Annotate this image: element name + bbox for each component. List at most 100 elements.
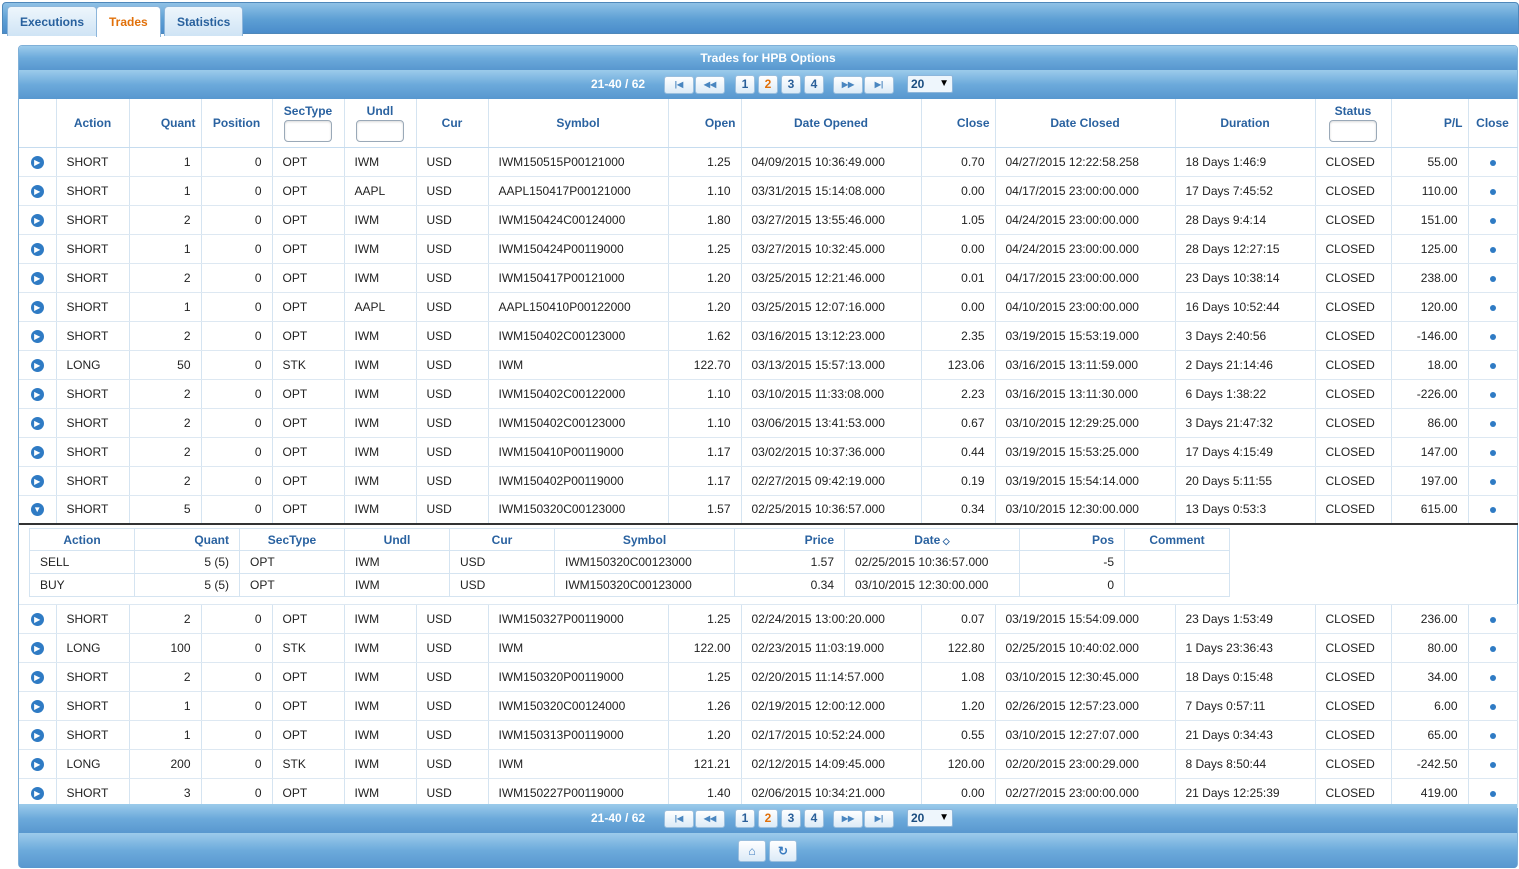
close-trade-cell[interactable] <box>1468 176 1518 206</box>
expand-cell[interactable]: ▶ <box>19 321 57 351</box>
expand-icon[interactable]: ▶ <box>30 184 44 198</box>
page-link-3[interactable]: 3 <box>781 75 801 94</box>
table-row[interactable]: ▶ SHORT 2 0 OPT IWM USD IWM150417P00121000 1.20 0… <box>19 263 1518 293</box>
table-row[interactable]: ▶ SHORT 1 0 OPT AAPL USD AAPL150417P00121000 1.1… <box>19 176 1518 206</box>
prev-page-icon[interactable]: ◀◀ <box>695 810 725 828</box>
expand-icon[interactable]: ▶ <box>30 213 44 227</box>
sub-col-header-price[interactable]: Price <box>734 528 845 552</box>
expand-cell[interactable]: ▶ <box>19 234 57 264</box>
close-trade-icon[interactable] <box>1489 790 1496 797</box>
expand-cell[interactable]: ▶ <box>19 263 57 293</box>
close-trade-cell[interactable] <box>1468 720 1518 750</box>
tab-executions[interactable]: Executions <box>7 6 98 36</box>
close-trade-cell[interactable] <box>1468 292 1518 322</box>
close-trade-cell[interactable] <box>1468 749 1518 779</box>
expand-cell[interactable]: ▶ <box>19 691 57 721</box>
close-trade-cell[interactable] <box>1468 691 1518 721</box>
close-trade-cell[interactable] <box>1468 662 1518 692</box>
sub-col-header-cur[interactable]: Cur <box>449 528 555 552</box>
next-page-icon[interactable]: ▶▶ <box>833 810 863 828</box>
expand-cell[interactable]: ▶ <box>19 662 57 692</box>
status-filter-input[interactable] <box>1329 119 1377 142</box>
expand-cell[interactable]: ▶ <box>19 147 57 177</box>
close-trade-cell[interactable] <box>1468 350 1518 380</box>
table-row[interactable]: ▶ LONG 50 0 STK IWM USD IWM 122.70 03/13/2015 15:… <box>19 350 1518 380</box>
page-link-4[interactable]: 4 <box>804 809 824 828</box>
close-trade-cell[interactable] <box>1468 437 1518 467</box>
col-header-position[interactable]: Position <box>201 99 273 148</box>
expand-icon[interactable]: ▶ <box>30 155 44 169</box>
expand-icon[interactable]: ▶ <box>30 474 44 488</box>
close-trade-cell[interactable] <box>1468 408 1518 438</box>
page-link-1[interactable]: 1 <box>735 75 755 94</box>
expand-icon[interactable]: ▶ <box>30 271 44 285</box>
sub-col-header-comment[interactable]: Comment <box>1124 528 1230 552</box>
expand-icon[interactable]: ▶ <box>30 786 44 800</box>
close-trade-cell[interactable] <box>1468 234 1518 264</box>
close-trade-icon[interactable] <box>1489 761 1496 768</box>
collapse-icon[interactable]: ▼ <box>30 503 44 517</box>
table-row[interactable]: ▶ SHORT 2 0 OPT IWM USD IWM150402C00122000 1.10 0… <box>19 379 1518 409</box>
expand-cell[interactable]: ▶ <box>19 350 57 380</box>
expand-icon[interactable]: ▶ <box>30 416 44 430</box>
close-trade-icon[interactable] <box>1489 449 1496 456</box>
col-header-cur[interactable]: Cur <box>416 99 489 148</box>
sub-col-header-date[interactable]: Date ◇ <box>844 528 1020 552</box>
expand-icon[interactable]: ▶ <box>30 242 44 256</box>
table-row[interactable]: ▼ SHORT 5 0 OPT IWM USD IWM150320C00123000 1.57 0… <box>19 495 1518 525</box>
undl-filter-input[interactable] <box>356 119 404 142</box>
close-trade-icon[interactable] <box>1489 674 1496 681</box>
close-trade-icon[interactable] <box>1489 703 1496 710</box>
col-header-pl[interactable]: P/L <box>1391 99 1469 148</box>
sub-col-header-quant[interactable]: Quant <box>134 528 240 552</box>
table-row[interactable]: ▶ SHORT 2 0 OPT IWM USD IWM150402C00123000 1.62 0… <box>19 321 1518 351</box>
close-trade-cell[interactable] <box>1468 466 1518 496</box>
expand-cell[interactable]: ▶ <box>19 292 57 322</box>
sub-col-header-action[interactable]: Action <box>29 528 135 552</box>
page-link-2[interactable]: 2 <box>758 75 778 94</box>
close-trade-cell[interactable] <box>1468 321 1518 351</box>
expand-cell[interactable]: ▶ <box>19 466 57 496</box>
page-size-select[interactable]: 20 ▼ <box>907 75 953 93</box>
expand-icon[interactable]: ▶ <box>30 757 44 771</box>
expand-icon[interactable]: ▶ <box>30 329 44 343</box>
expand-cell[interactable]: ▶ <box>19 408 57 438</box>
close-trade-cell[interactable] <box>1468 633 1518 663</box>
last-page-icon[interactable]: ▶| <box>864 810 894 828</box>
col-header-action[interactable]: Action <box>56 99 130 148</box>
sectype-filter-input[interactable] <box>284 119 332 142</box>
expand-cell[interactable]: ▼ <box>19 495 57 525</box>
table-row[interactable]: ▶ SHORT 1 0 OPT AAPL USD AAPL150410P00122000 1.2… <box>19 292 1518 322</box>
next-page-icon[interactable]: ▶▶ <box>833 76 863 94</box>
expand-icon[interactable]: ▶ <box>30 612 44 626</box>
col-header-date-opened[interactable]: Date Opened <box>741 99 922 148</box>
prev-page-icon[interactable]: ◀◀ <box>695 76 725 94</box>
col-header-date-closed[interactable]: Date Closed <box>995 99 1176 148</box>
close-trade-icon[interactable] <box>1489 478 1496 485</box>
close-trade-icon[interactable] <box>1489 732 1496 739</box>
col-header-sectype[interactable]: SecType <box>272 99 345 148</box>
expand-icon[interactable]: ▶ <box>30 358 44 372</box>
expand-icon[interactable]: ▶ <box>30 445 44 459</box>
close-trade-cell[interactable] <box>1468 495 1518 525</box>
expand-cell[interactable]: ▶ <box>19 720 57 750</box>
col-header-close[interactable]: Close <box>921 99 996 148</box>
tab-statistics[interactable]: Statistics <box>164 6 244 36</box>
close-trade-icon[interactable] <box>1489 391 1496 398</box>
table-row[interactable]: ▶ SHORT 2 0 OPT IWM USD IWM150424C00124000 1.80 0… <box>19 205 1518 235</box>
close-trade-icon[interactable] <box>1489 420 1496 427</box>
expand-icon[interactable]: ▶ <box>30 728 44 742</box>
expand-icon[interactable]: ▶ <box>30 699 44 713</box>
expand-cell[interactable]: ▶ <box>19 633 57 663</box>
table-row[interactable]: ▶ SHORT 2 0 OPT IWM USD IWM150327P00119000 1.25 0… <box>19 604 1518 634</box>
close-trade-icon[interactable] <box>1489 507 1496 514</box>
close-trade-cell[interactable] <box>1468 604 1518 634</box>
col-header-open[interactable]: Open <box>668 99 742 148</box>
table-row[interactable]: ▶ SHORT 1 0 OPT IWM USD IWM150515P00121000 1.25 0… <box>19 147 1518 177</box>
expand-icon[interactable]: ▶ <box>30 670 44 684</box>
close-trade-icon[interactable] <box>1489 159 1496 166</box>
table-row[interactable]: ▶ SHORT 2 0 OPT IWM USD IWM150410P00119000 1.17 0… <box>19 437 1518 467</box>
page-size-select[interactable]: 20 ▼ <box>907 809 953 827</box>
expand-cell[interactable]: ▶ <box>19 176 57 206</box>
first-page-icon[interactable]: |◀ <box>664 76 694 94</box>
